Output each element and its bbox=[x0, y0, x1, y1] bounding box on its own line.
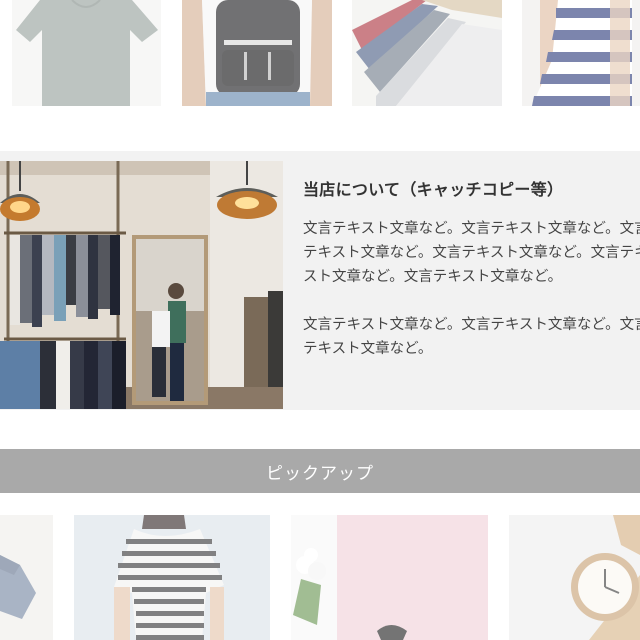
product-thumb-backpack[interactable] bbox=[182, 0, 332, 106]
about-paragraph-2: 文言テキスト文章など。文言テキスト文章など。文言テキスト文章など。 bbox=[303, 317, 640, 357]
pickup-heading-bar[interactable]: ピックアップ bbox=[0, 449, 640, 493]
pickup-thumb-wooden-watch[interactable] bbox=[509, 515, 640, 640]
pickup-thumb-denim-shirt[interactable] bbox=[0, 515, 53, 640]
pickup-thumb-flowers[interactable] bbox=[291, 515, 488, 640]
product-thumb-clothes-rack[interactable] bbox=[352, 0, 502, 106]
pickup-thumb-striped-tshirt[interactable] bbox=[74, 515, 270, 640]
store-interior-image bbox=[0, 161, 283, 409]
pickup-label: ピックアップ bbox=[266, 463, 374, 484]
product-thumb-striped-dress[interactable] bbox=[522, 0, 640, 106]
about-paragraph-1: 文言テキスト文章など。文言テキスト文章など。文言テキスト文章など。文言テキスト文… bbox=[303, 221, 640, 285]
product-thumb-grey-tshirt[interactable] bbox=[12, 0, 161, 106]
about-title: 当店について（キャッチコピー等） bbox=[303, 180, 564, 199]
about-text-block: 当店について（キャッチコピー等） 文言テキスト文章など。文言テキスト文章など。文… bbox=[303, 176, 640, 385]
